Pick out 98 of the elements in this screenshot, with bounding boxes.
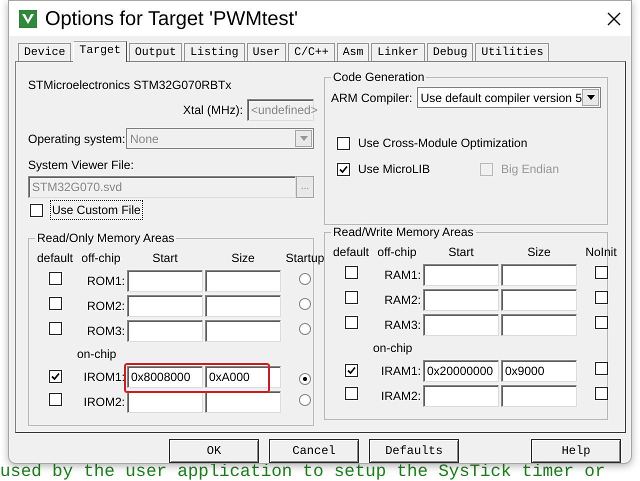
tab[interactable]: C/C++ — [288, 43, 335, 61]
start-field[interactable] — [127, 391, 203, 413]
start-field[interactable] — [423, 385, 499, 407]
size-field[interactable] — [205, 295, 281, 317]
group-title: Read/Only Memory Areas — [35, 231, 176, 245]
tab[interactable]: Debug — [426, 43, 474, 61]
checkbox[interactable] — [48, 322, 62, 335]
checkbox[interactable] — [594, 387, 608, 400]
row-label: IRAM2: — [380, 388, 421, 405]
checkbox[interactable] — [337, 136, 350, 150]
radio-button[interactable] — [299, 298, 311, 310]
checkbox[interactable] — [594, 266, 608, 279]
row-label: IROM1: — [82, 369, 125, 386]
column-header: Size — [526, 244, 552, 261]
start-field[interactable] — [423, 264, 499, 286]
checkbox[interactable] — [594, 362, 608, 375]
size-field[interactable] — [501, 289, 577, 311]
column-header: off-chip — [376, 244, 418, 261]
row-label: RAM1: — [383, 267, 421, 284]
size-field[interactable] — [205, 270, 281, 292]
device-name: STMicroelectronics STM32G070RBTx — [28, 77, 232, 94]
code-line: used by the user application to setup the SysTick timer or — [0, 464, 606, 481]
svd-label: System Viewer File: — [28, 157, 135, 174]
checkbox[interactable] — [344, 316, 358, 329]
column-header: default — [36, 250, 74, 267]
checkbox[interactable] — [48, 370, 62, 383]
row-label: ROM1: — [86, 273, 125, 290]
dropdown-arrow-icon — [586, 95, 594, 100]
checkbox-label: Use Custom File — [51, 201, 142, 219]
row-label: ROM2: — [86, 298, 125, 315]
tab[interactable]: Output — [128, 43, 182, 61]
start-field[interactable]: 0x8008000 — [127, 366, 203, 388]
tab[interactable]: Device — [18, 43, 72, 61]
size-field[interactable] — [501, 264, 577, 286]
size-field[interactable] — [205, 391, 281, 413]
size-field[interactable]: 0x9000 — [501, 360, 577, 382]
checkbox[interactable] — [48, 272, 62, 285]
checkbox[interactable] — [344, 291, 358, 304]
dialog-button[interactable]: Help — [531, 439, 621, 463]
checkbox[interactable] — [594, 316, 608, 329]
column-header: Startup — [284, 250, 326, 267]
dropdown-arrow-icon — [300, 136, 308, 141]
tab[interactable]: Listing — [184, 43, 245, 61]
start-field[interactable] — [423, 314, 499, 336]
start-field[interactable] — [127, 295, 203, 317]
checkbox-label: Use Cross-Module Optimization — [358, 135, 528, 152]
dialog-button[interactable]: OK — [169, 439, 259, 463]
checkbox[interactable] — [48, 393, 62, 406]
checkbox[interactable] — [344, 387, 358, 400]
window-title: Options for Target 'PWMtest' — [45, 6, 299, 32]
tab[interactable]: Target — [73, 41, 127, 62]
tab[interactable]: User — [246, 43, 286, 61]
column-header: Start — [151, 250, 179, 267]
checkbox[interactable] — [337, 162, 350, 176]
compiler-label: ARM Compiler: — [331, 90, 414, 106]
dialog-button[interactable]: Cancel — [269, 439, 359, 463]
column-header: NoInit — [584, 244, 618, 261]
group-title: Read/Write Memory Areas — [331, 225, 476, 239]
radio-button[interactable] — [299, 373, 311, 385]
start-field[interactable] — [423, 289, 499, 311]
tab[interactable]: Linker — [371, 43, 425, 61]
tab[interactable]: Utilities — [475, 43, 550, 61]
row-label: ROM3: — [86, 323, 125, 340]
os-label: Operating system: — [28, 130, 126, 148]
close-icon[interactable] — [607, 12, 621, 26]
radio-button[interactable] — [299, 394, 311, 406]
dialog-button[interactable]: Defaults — [369, 439, 459, 463]
tab[interactable]: Asm — [336, 43, 370, 61]
column-header: Size — [230, 250, 256, 267]
size-field[interactable] — [205, 320, 281, 342]
size-field[interactable]: 0xA000 — [205, 366, 281, 388]
column-header: default — [332, 244, 370, 261]
start-field[interactable]: 0x20000000 — [423, 360, 499, 382]
checkbox-label: Big Endian — [500, 161, 559, 178]
checkbox[interactable] — [594, 291, 608, 304]
checkbox[interactable] — [344, 364, 358, 377]
radio-button[interactable] — [299, 323, 311, 335]
size-field[interactable] — [501, 314, 577, 336]
compiler-dropdown[interactable]: Use default compiler version 5 — [416, 87, 601, 108]
row-label: RAM2: — [383, 292, 421, 309]
row-label: RAM3: — [383, 317, 421, 334]
xtal-label: Xtal (MHz): — [183, 102, 243, 119]
size-field[interactable] — [501, 385, 577, 407]
column-header: off-chip — [80, 250, 122, 267]
group-title: Code Generation — [331, 70, 426, 84]
checkbox-label: Use MicroLIB — [358, 161, 430, 178]
checkbox[interactable] — [344, 266, 358, 279]
start-field[interactable] — [127, 320, 203, 342]
section-label: on-chip — [77, 346, 118, 363]
row-label: IRAM1: — [380, 363, 421, 380]
column-header: Start — [447, 244, 475, 261]
checkbox[interactable] — [48, 297, 62, 310]
row-label: IROM2: — [82, 394, 125, 411]
checkbox[interactable] — [30, 204, 43, 216]
section-label: on-chip — [373, 340, 414, 357]
start-field[interactable] — [127, 270, 203, 292]
app-icon — [19, 10, 37, 28]
radio-button[interactable] — [299, 273, 311, 285]
